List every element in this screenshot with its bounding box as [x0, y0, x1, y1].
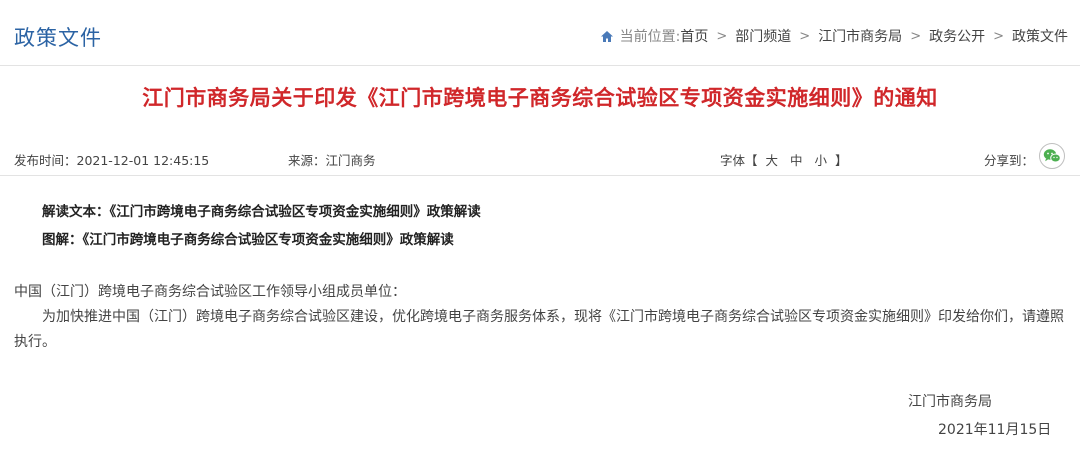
publish-time: 发布时间：2021-12-01 12:45:15: [14, 153, 210, 168]
wechat-icon: [1043, 149, 1061, 163]
breadcrumb-commerce-bureau[interactable]: 江门市商务局: [818, 26, 902, 46]
breadcrumb-department-channel[interactable]: 部门频道: [735, 26, 791, 46]
breadcrumb-home[interactable]: 首页: [680, 26, 708, 46]
home-icon: [600, 30, 614, 43]
addressee: 中国（江门）跨境电子商务综合试验区工作领导小组成员单位：: [14, 284, 406, 300]
related-item: 图解：《江门市跨境电子商务综合试验区专项资金实施细则》政策解读: [42, 226, 481, 254]
related-item: 解读文本：《江门市跨境电子商务综合试验区专项资金实施细则》政策解读: [42, 198, 481, 226]
article-content: 中国（江门）跨境电子商务综合试验区工作领导小组成员单位： 为加快推进中国（江门）…: [14, 280, 1070, 355]
body-paragraph: 为加快推进中国（江门）跨境电子商务综合试验区建设，优化跨境电子商务服务体系，现将…: [14, 309, 1064, 350]
breadcrumb-prefix: 当前位置:: [619, 29, 681, 45]
wechat-share-button[interactable]: [1039, 143, 1065, 169]
related-label-graphic-interpretation: 图解：: [42, 232, 83, 248]
article-signature-block: 江门市商务局 2021年11月15日: [908, 388, 1051, 444]
breadcrumb: 当前位置: 首页 > 部门频道 > 江门市商务局 > 政务公开 > 政策文件: [600, 26, 1068, 46]
article-title: 江门市商务局关于印发《江门市跨境电子商务综合试验区专项资金实施细则》的通知: [142, 86, 938, 110]
section-title: 政策文件: [14, 26, 102, 50]
related-link-graphic-interpretation[interactable]: 《江门市跨境电子商务综合试验区专项资金实施细则》政策解读: [83, 232, 454, 248]
breadcrumb-separator: >: [910, 28, 922, 44]
issue-date: 2021年11月15日: [938, 422, 1052, 438]
font-size-controls: 字体【 大 中 小 】: [720, 150, 848, 169]
font-medium-button[interactable]: 中: [790, 153, 803, 168]
page-header: 政策文件 当前位置: 首页 > 部门频道 > 江门市商务局 > 政务公开 > 政…: [0, 0, 1080, 66]
related-link-text-interpretation[interactable]: 《江门市跨境电子商务综合试验区专项资金实施细则》政策解读: [110, 204, 481, 220]
font-small-button[interactable]: 小: [815, 153, 828, 168]
font-size-label: 字体【: [720, 153, 758, 168]
article-meta-bar: 发布时间：2021-12-01 12:45:15 来源：江门商务 字体【 大 中…: [0, 140, 1080, 176]
signature: 江门市商务局: [908, 394, 992, 410]
breadcrumb-government-affairs[interactable]: 政务公开: [929, 26, 985, 46]
breadcrumb-separator: >: [993, 28, 1004, 44]
share-label: 分享到：: [984, 153, 1035, 168]
related-interpretations: 解读文本：《江门市跨境电子商务综合试验区专项资金实施细则》政策解读 图解：《江门…: [42, 198, 481, 254]
breadcrumb-separator: >: [716, 28, 728, 44]
breadcrumb-separator: >: [799, 28, 811, 44]
article-source: 来源：江门商务: [288, 153, 376, 168]
font-large-button[interactable]: 大: [766, 153, 779, 168]
related-label-text-interpretation: 解读文本：: [42, 204, 110, 220]
breadcrumb-policy-documents[interactable]: 政策文件: [1012, 26, 1068, 46]
font-size-label-end: 】: [835, 153, 848, 168]
